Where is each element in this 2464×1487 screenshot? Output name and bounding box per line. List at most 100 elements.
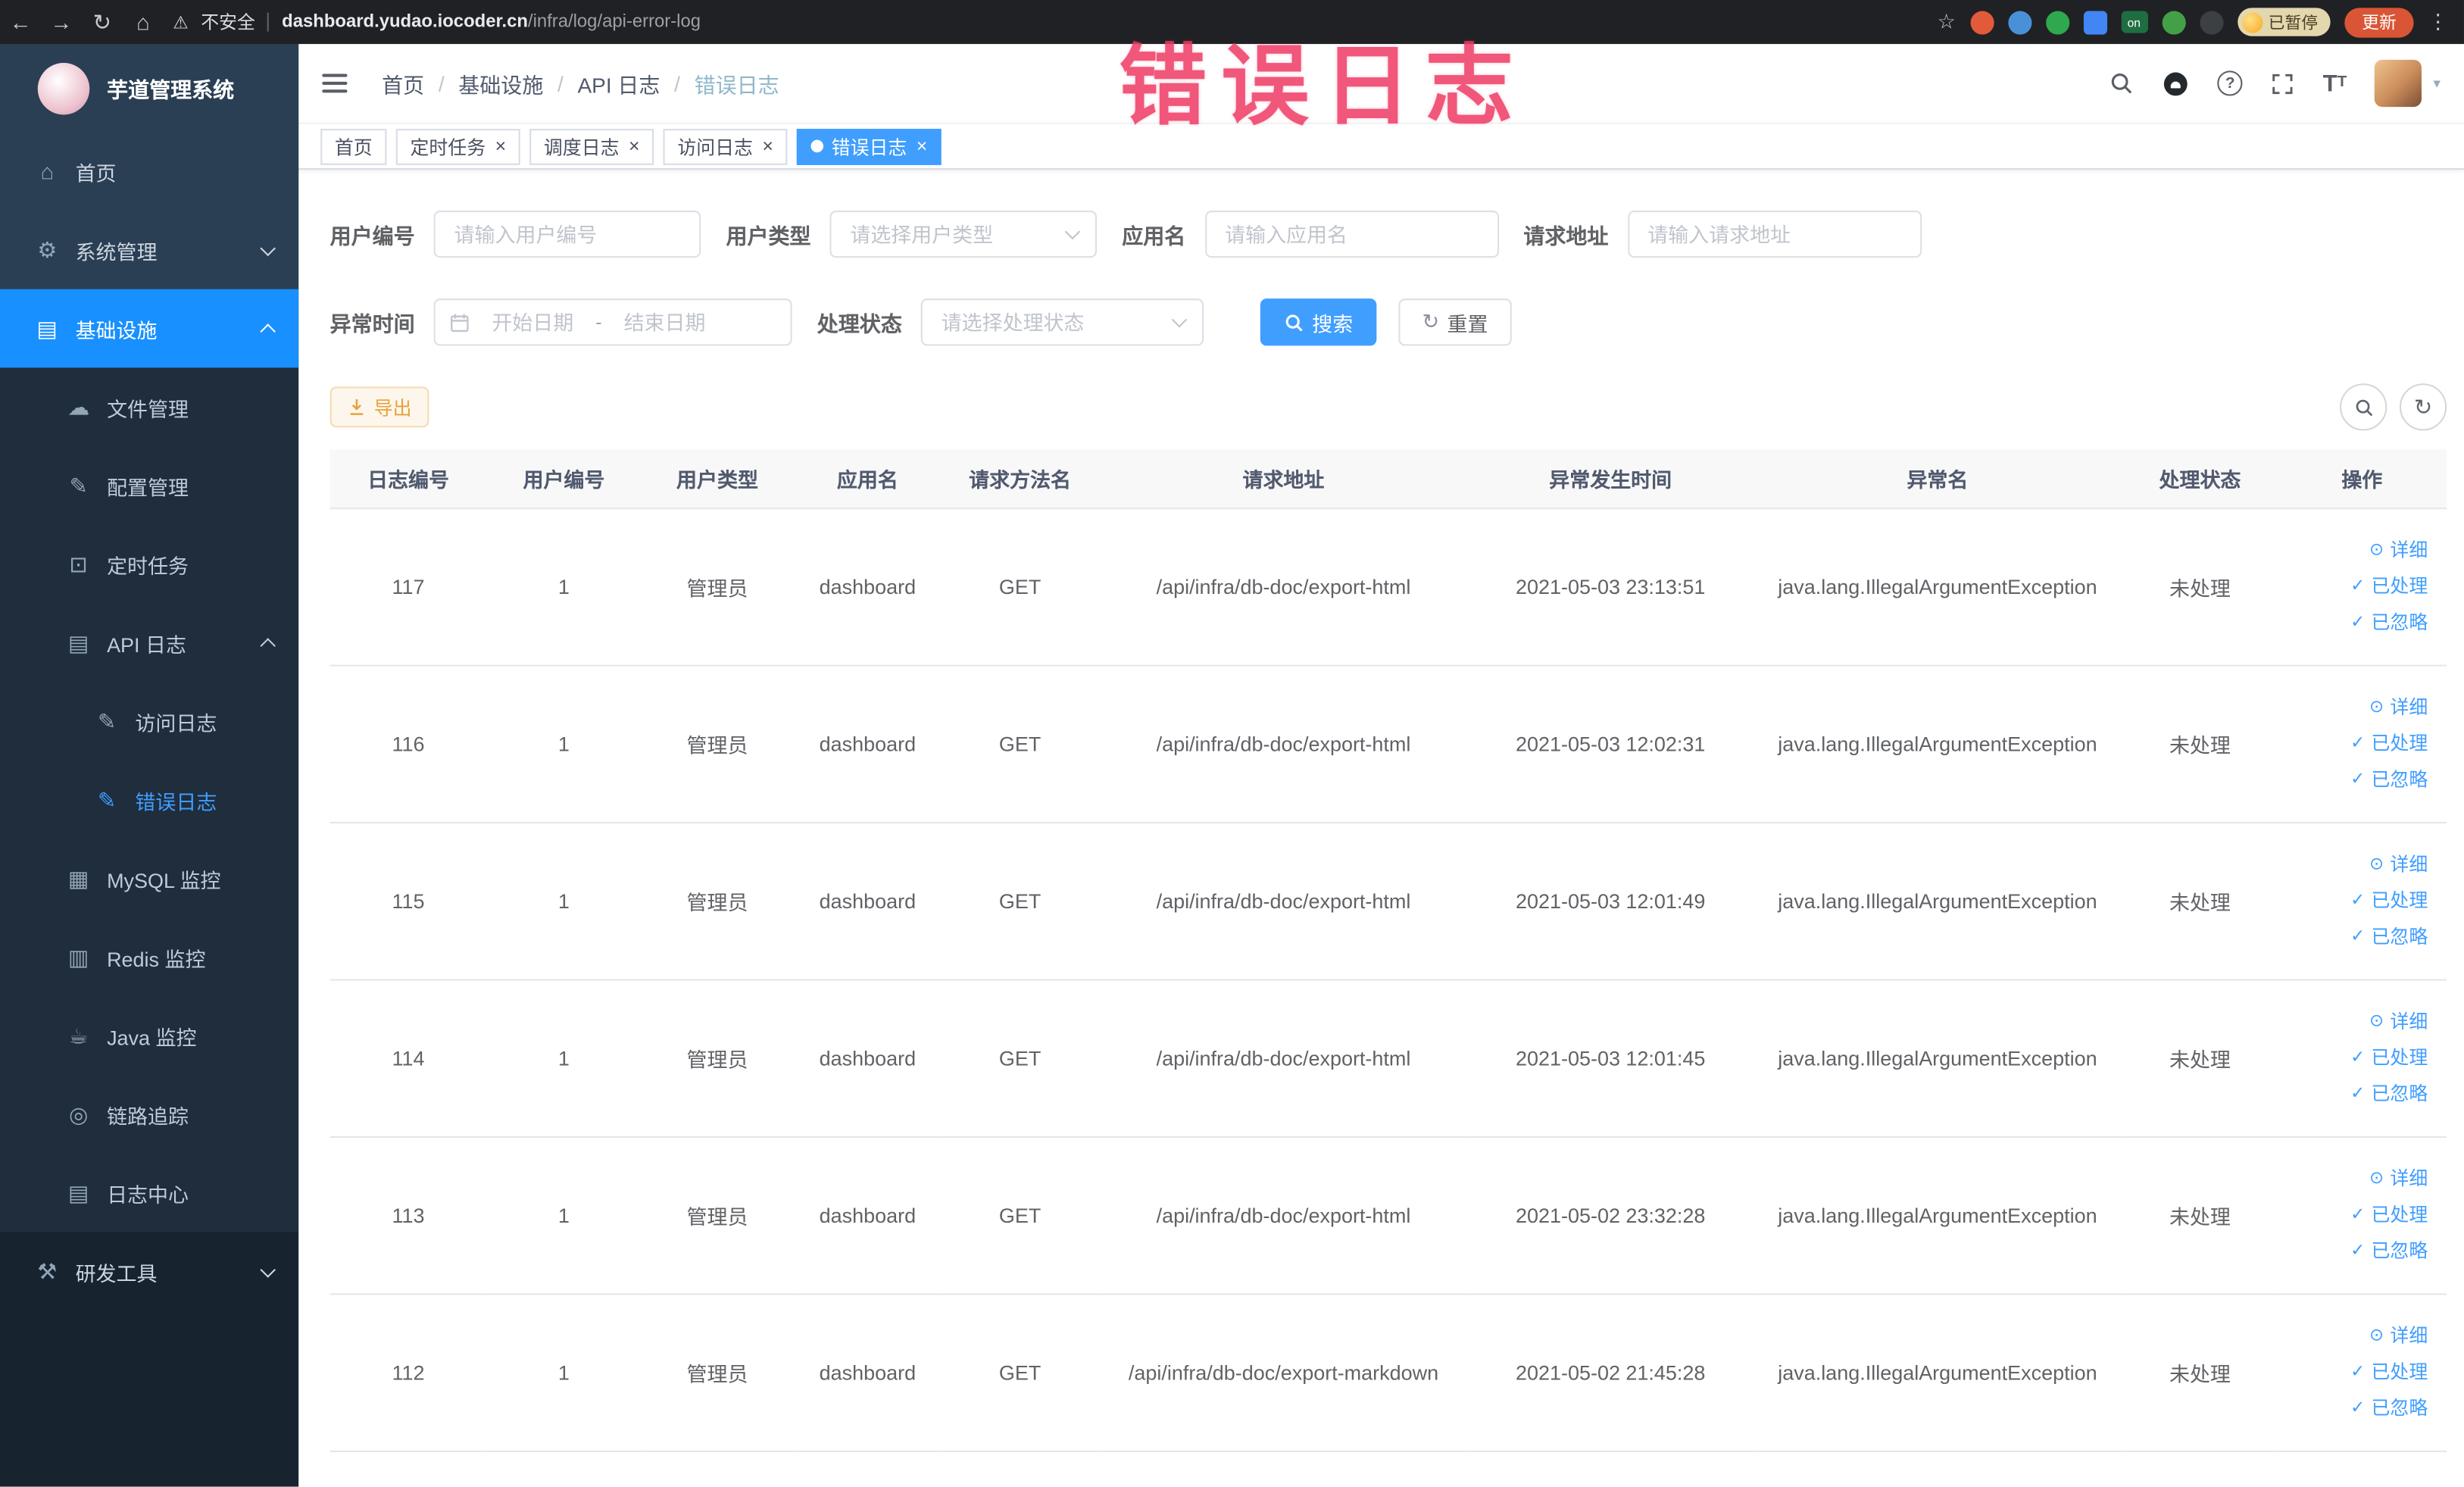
- sidebar-toggle-icon[interactable]: [322, 67, 353, 98]
- extension-icon[interactable]: [1969, 10, 1994, 34]
- right-toolbar: ↻: [2340, 383, 2447, 431]
- tab-scheduled-jobs[interactable]: 定时任务 ×: [395, 128, 520, 164]
- exception-time-range-picker[interactable]: -: [433, 298, 792, 346]
- sidebar-item-scheduled-jobs[interactable]: ⊡ 定时任务: [0, 525, 298, 604]
- detail-link[interactable]: ⊙ 详细: [2284, 1318, 2428, 1354]
- sidebar-item-home[interactable]: ⌂ 首页: [0, 132, 298, 211]
- processed-link[interactable]: ✓ 已处理: [2284, 1197, 2428, 1233]
- ignored-link[interactable]: ✓ 已忽略: [2284, 604, 2428, 641]
- address-bar[interactable]: ⚠ 不安全 dashboard.yudao.iocoder.cn/infra/l…: [173, 9, 701, 34]
- tab-schedule-log[interactable]: 调度日志 ×: [529, 128, 654, 164]
- sidebar-item-tracing[interactable]: ◎ 链路追踪: [0, 1075, 298, 1154]
- tab-access-log[interactable]: 访问日志 ×: [663, 128, 788, 164]
- detail-link[interactable]: ⊙ 详细: [2284, 846, 2428, 883]
- app-logo[interactable]: 芋道管理系统: [0, 44, 298, 132]
- search-button[interactable]: 搜索: [1260, 298, 1377, 346]
- extension-icon[interactable]: [2082, 10, 2107, 34]
- cell-exception-name: java.lang.IllegalArgumentException: [1752, 979, 2123, 1137]
- reset-button[interactable]: ↻ 重置: [1398, 298, 1512, 346]
- ignored-link[interactable]: ✓ 已忽略: [2284, 1076, 2428, 1112]
- refresh-table-button[interactable]: ↻: [2399, 383, 2447, 431]
- start-date-input[interactable]: [476, 310, 589, 334]
- detail-link[interactable]: ⊙ 详细: [2284, 1004, 2428, 1040]
- bookmark-star-icon[interactable]: ☆: [1938, 9, 1956, 34]
- ignored-link[interactable]: ✓ 已忽略: [2284, 919, 2428, 955]
- processed-link[interactable]: ✓ 已处理: [2284, 1354, 2428, 1390]
- process-status-select[interactable]: [920, 298, 1204, 346]
- home-icon[interactable]: ⌂: [123, 3, 164, 41]
- ignored-link[interactable]: ✓ 已忽略: [2284, 1233, 2428, 1270]
- sidebar-item-api-log[interactable]: ▤ API 日志: [0, 604, 298, 683]
- sidebar-item-access-log[interactable]: ✎ 访问日志: [0, 682, 298, 761]
- breadcrumb-item[interactable]: 首页: [382, 67, 424, 98]
- breadcrumb-item[interactable]: API 日志: [577, 67, 660, 98]
- tab-close-icon[interactable]: ×: [917, 136, 928, 155]
- processed-link[interactable]: ✓ 已处理: [2284, 883, 2428, 919]
- detail-link[interactable]: ⊙ 详细: [2284, 689, 2428, 726]
- eye-icon: ⊙: [2369, 697, 2384, 716]
- ignored-link[interactable]: ✓ 已忽略: [2284, 1390, 2428, 1426]
- breadcrumb-item[interactable]: 基础设施: [458, 67, 543, 98]
- search-icon[interactable]: [2110, 70, 2135, 95]
- edit-icon: ✎: [69, 472, 88, 498]
- security-label: 不安全: [201, 14, 255, 33]
- sidebar-item-error-log[interactable]: ✎ 错误日志: [0, 761, 298, 839]
- detail-link[interactable]: ⊙ 详细: [2284, 532, 2428, 568]
- user-menu[interactable]: ▾: [2375, 59, 2441, 108]
- cell-log-id: 115: [329, 822, 487, 980]
- sidebar-item-infrastructure[interactable]: ▤ 基础设施: [0, 289, 299, 368]
- extension-on-icon[interactable]: on: [2120, 11, 2147, 33]
- ignored-link[interactable]: ✓ 已忽略: [2284, 761, 2428, 798]
- detail-link[interactable]: ⊙ 详细: [2284, 1161, 2428, 1197]
- sidebar-item-mysql-monitor[interactable]: ▦ MySQL 监控: [0, 839, 298, 918]
- processed-link[interactable]: ✓ 已处理: [2284, 568, 2428, 604]
- tab-close-icon[interactable]: ×: [629, 136, 640, 155]
- help-icon[interactable]: ?: [2217, 70, 2243, 96]
- export-button-label: 导出: [373, 396, 412, 419]
- user-type-select[interactable]: [829, 210, 1098, 258]
- filter-form-row-1: 用户编号 用户类型 应用名 请求地址: [330, 210, 2447, 258]
- check-icon: ✓: [2350, 769, 2366, 789]
- extension-icon[interactable]: [2045, 10, 2069, 34]
- sidebar-item-system-management[interactable]: ⚙ 系统管理: [0, 211, 298, 289]
- user-type-select-input[interactable]: [829, 210, 1098, 258]
- back-icon[interactable]: ←: [0, 3, 41, 41]
- sidebar-item-java-monitor[interactable]: ☕ Java 监控: [0, 996, 298, 1075]
- sidebar-item-log-center[interactable]: ▤ 日志中心: [0, 1154, 298, 1232]
- forward-icon[interactable]: →: [41, 3, 82, 41]
- sidebar-item-file-management[interactable]: ☁ 文件管理: [0, 367, 298, 446]
- end-date-input[interactable]: [607, 310, 722, 334]
- reload-icon[interactable]: ↻: [82, 3, 123, 41]
- font-size-icon[interactable]: TT: [2323, 71, 2347, 95]
- browser-update-button[interactable]: 更新: [2344, 7, 2414, 37]
- search-icon: [1285, 314, 1303, 331]
- processed-link[interactable]: ✓ 已处理: [2284, 725, 2428, 761]
- tab-error-log[interactable]: 错误日志 ×: [797, 128, 942, 164]
- export-button[interactable]: 导出: [329, 386, 429, 428]
- request-url-input[interactable]: [1627, 210, 1922, 258]
- paused-badge[interactable]: 已暂停: [2237, 8, 2331, 36]
- cell-log-id: 116: [329, 664, 487, 823]
- tab-home[interactable]: 首页: [320, 128, 387, 164]
- extension-puzzle-icon[interactable]: [2199, 10, 2223, 34]
- github-icon[interactable]: [2163, 70, 2189, 96]
- col-exception-name: 异常名: [1752, 449, 2123, 509]
- processed-link[interactable]: ✓ 已处理: [2284, 1039, 2428, 1076]
- extension-icon[interactable]: [2007, 10, 2031, 34]
- tab-close-icon[interactable]: ×: [762, 136, 773, 155]
- extension-icon[interactable]: [2161, 10, 2185, 34]
- sidebar-item-dev-tools[interactable]: ⚒ 研发工具: [0, 1232, 298, 1310]
- main-area: 首页 / 基础设施 / API 日志 / 错误日志 ? TT ▾ 首页 定时任务…: [298, 44, 2464, 1487]
- cell-actions: ⊙ 详细 ✓ 已处理 ✓ 已忽略: [2277, 508, 2447, 666]
- top-navbar: 首页 / 基础设施 / API 日志 / 错误日志 ? TT ▾: [298, 44, 2464, 123]
- user-id-input[interactable]: [433, 210, 701, 258]
- tab-close-icon[interactable]: ×: [495, 136, 507, 155]
- browser-menu-icon[interactable]: ⋮: [2428, 9, 2448, 34]
- toggle-search-button[interactable]: [2340, 383, 2387, 431]
- cell-exception-name: java.lang.IllegalArgumentException: [1752, 664, 2123, 823]
- fullscreen-icon[interactable]: [2271, 71, 2294, 95]
- sidebar-item-config-management[interactable]: ✎ 配置管理: [0, 446, 298, 525]
- app-name-input[interactable]: [1204, 210, 1499, 258]
- process-status-select-input[interactable]: [920, 298, 1204, 346]
- sidebar-item-redis-monitor[interactable]: ▥ Redis 监控: [0, 918, 298, 997]
